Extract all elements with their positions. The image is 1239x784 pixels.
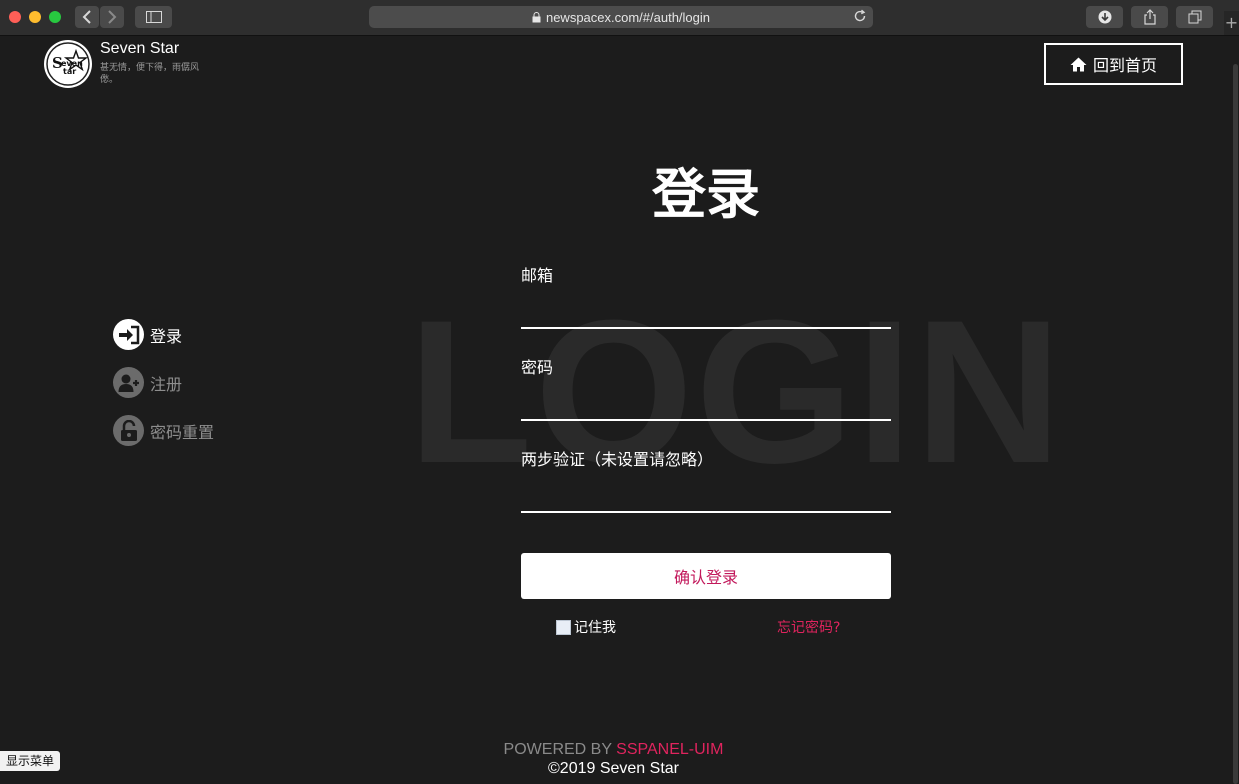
- download-icon: [1098, 10, 1111, 24]
- minimize-window-button[interactable]: [29, 11, 41, 23]
- share-button[interactable]: [1131, 6, 1168, 28]
- copyright: ©2019 Seven Star: [548, 760, 679, 777]
- share-icon: [1143, 9, 1156, 25]
- browser-toolbar: newspacex.com/#/auth/login +: [0, 0, 1239, 36]
- sign-in-icon: [113, 319, 144, 350]
- scrollbar[interactable]: [1232, 36, 1239, 784]
- sidebar-icon: [145, 11, 162, 23]
- twofa-label: 两步验证（未设置请忽略）: [521, 450, 714, 469]
- site-logo[interactable]: S even tar: [44, 40, 92, 88]
- sidebar-item-label: 密码重置: [150, 422, 215, 442]
- url-text: newspacex.com/#/auth/login: [545, 9, 711, 25]
- svg-text:tar: tar: [63, 67, 76, 76]
- sspanel-link[interactable]: SSPANEL-UIM: [616, 741, 723, 758]
- forward-button[interactable]: [100, 6, 124, 28]
- checkbox-box[interactable]: [556, 619, 571, 635]
- address-bar[interactable]: newspacex.com/#/auth/login: [369, 6, 873, 28]
- chevron-right-icon: [108, 10, 117, 24]
- brand-name: Seven Star: [100, 40, 180, 57]
- password-field[interactable]: [521, 393, 891, 421]
- show-menu-button[interactable]: 显示菜单: [0, 751, 61, 771]
- new-tab-button[interactable]: +: [1224, 11, 1239, 35]
- unlock-icon: [113, 415, 144, 446]
- back-button[interactable]: [75, 6, 99, 28]
- sidebar-item-reset-password[interactable]: 密码重置: [113, 415, 214, 446]
- forgot-password-link[interactable]: 忘记密码?: [777, 617, 840, 637]
- zoom-window-button[interactable]: [49, 11, 61, 23]
- downloads-button[interactable]: [1086, 6, 1123, 28]
- tabs-overview-button[interactable]: [1176, 6, 1213, 28]
- twofa-code-field[interactable]: [521, 485, 891, 513]
- remember-me-label: 记住我: [574, 620, 616, 636]
- powered-by-prefix: POWERED BY: [503, 741, 612, 758]
- close-window-button[interactable]: [9, 11, 21, 23]
- user-plus-icon: [113, 367, 144, 398]
- sidebar-item-label: 注册: [150, 374, 183, 394]
- scrollbar-thumb[interactable]: [1233, 64, 1238, 784]
- sidebar-item-login[interactable]: 登录: [113, 319, 182, 350]
- sidebar-toggle-button[interactable]: [135, 6, 172, 28]
- powered-by: POWERED BY SSPANEL-UIM: [0, 741, 1227, 759]
- sidebar-item-register[interactable]: 注册: [113, 367, 182, 398]
- tabs-icon: [1188, 10, 1201, 24]
- home-icon: [1070, 57, 1087, 71]
- chevron-left-icon: [82, 10, 91, 24]
- lock-icon: [532, 11, 541, 23]
- back-home-label: 回到首页: [1092, 56, 1157, 75]
- confirm-login-button[interactable]: 确认登录: [521, 553, 891, 599]
- back-home-button[interactable]: 回到首页: [1044, 43, 1183, 85]
- brand-tagline: 甚无情，便下得，雨僝风僽。: [100, 63, 200, 85]
- email-field[interactable]: [521, 301, 891, 329]
- star-logo-icon: S even tar: [46, 42, 90, 86]
- sidebar-item-label: 登录: [150, 326, 183, 346]
- email-label: 邮箱: [521, 266, 554, 285]
- password-label: 密码: [521, 358, 554, 377]
- remember-me-checkbox[interactable]: 记住我: [556, 617, 616, 637]
- page-title: 登录: [652, 163, 760, 226]
- reload-icon[interactable]: [853, 9, 867, 23]
